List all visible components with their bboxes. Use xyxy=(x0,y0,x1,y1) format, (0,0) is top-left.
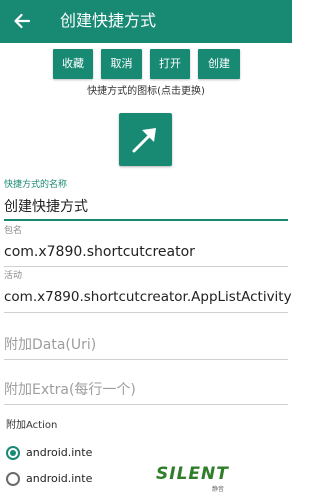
shortcut-name-value: 创建快捷方式 xyxy=(4,199,88,215)
extra-data-underline xyxy=(4,359,288,360)
extra-extra-placeholder: 附加Extra(每行一个) xyxy=(4,382,136,398)
package-name-underline xyxy=(4,266,288,267)
activity-label: 活动 xyxy=(4,271,23,281)
action-option-1-label: android.intent xyxy=(26,446,92,459)
page-title: 创建快捷方式 xyxy=(60,11,157,30)
action-button-row: 收藏 取消 打开 创建 xyxy=(0,49,292,79)
app-bar: 创建快捷方式 xyxy=(0,0,292,43)
activity-underline xyxy=(4,312,288,313)
action-option-2-label: android.inten xyxy=(26,472,92,485)
watermark-brand: SILENT xyxy=(156,464,229,484)
radio-checked-icon[interactable] xyxy=(6,446,20,460)
watermark-sub: 静音 xyxy=(212,486,225,493)
activity-field[interactable]: 活动 com.x7890.shortcutcreator.AppListActi… xyxy=(4,271,292,306)
extra-action-label: 附加Action xyxy=(6,420,58,431)
shortcut-name-field[interactable]: 快捷方式的名称 创建快捷方式 xyxy=(4,180,288,216)
create-button[interactable]: 创建 xyxy=(198,49,240,79)
extra-extra-underline xyxy=(4,404,288,405)
watermark-logo: SILENT 静音 xyxy=(150,456,240,496)
favorite-button[interactable]: 收藏 xyxy=(53,49,93,79)
extra-data-field[interactable]: 附加Data(Uri) xyxy=(4,336,288,354)
extra-data-placeholder: 附加Data(Uri) xyxy=(4,337,97,353)
extra-extra-field[interactable]: 附加Extra(每行一个) xyxy=(4,381,288,399)
shortcut-name-underline xyxy=(4,219,288,221)
shortcut-icon-picker[interactable] xyxy=(119,113,172,166)
icon-hint-text: 快捷方式的图标(点击更换) xyxy=(87,86,205,97)
arrow-shortcut-icon xyxy=(132,128,156,153)
back-arrow-icon[interactable] xyxy=(12,11,32,31)
cancel-button[interactable]: 取消 xyxy=(101,49,142,79)
radio-unchecked-icon[interactable] xyxy=(6,472,20,486)
open-button[interactable]: 打开 xyxy=(150,49,190,79)
package-name-label: 包名 xyxy=(4,226,23,236)
package-name-value: com.x7890.shortcutcreator xyxy=(4,244,195,260)
package-name-field[interactable]: 包名 com.x7890.shortcutcreator xyxy=(4,226,288,261)
shortcut-name-label: 快捷方式的名称 xyxy=(4,180,68,190)
activity-value: com.x7890.shortcutcreator.AppListActivit… xyxy=(4,289,292,305)
